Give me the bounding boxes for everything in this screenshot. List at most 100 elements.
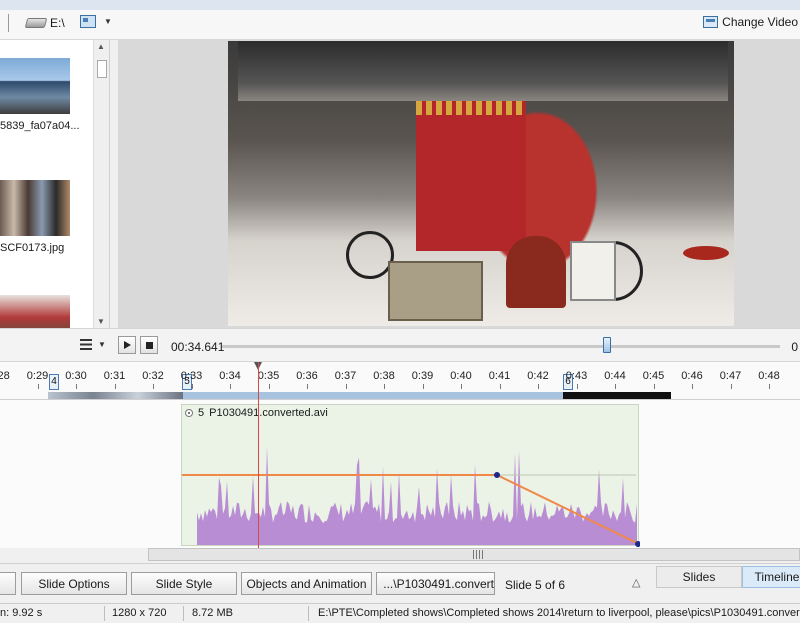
ruler-tick xyxy=(576,384,578,389)
status-resolution: 1280 x 720 xyxy=(112,607,167,619)
timeline-scrollbar[interactable] xyxy=(148,548,800,561)
change-video-label: Change Video xyxy=(722,15,798,29)
scroll-up-icon[interactable]: ▲ xyxy=(97,42,105,51)
ruler-tick-label: 0:47 xyxy=(719,370,742,382)
file-browser: 5839_fa07a04... SCF0173.jpg ▲ ▼ xyxy=(0,40,110,328)
playback-bar: ▼ 00:34.641 0 xyxy=(0,328,800,362)
scrollbar-thumb[interactable] xyxy=(97,60,107,78)
ruler-tick-label: 0:28 xyxy=(0,370,10,382)
file-label: 5839_fa07a04... xyxy=(0,120,80,132)
ruler-tick xyxy=(422,384,424,389)
chevron-down-icon: ▼ xyxy=(98,340,106,349)
bottom-button-bar: Slide Options Slide Style Objects and An… xyxy=(0,563,800,603)
ruler-tick xyxy=(153,384,154,389)
file-item[interactable] xyxy=(0,295,70,328)
scrollbar-grip[interactable] xyxy=(473,550,483,559)
file-thumbnail xyxy=(0,180,70,236)
ruler-tick-label: 0:31 xyxy=(103,370,126,382)
drive-icon xyxy=(24,18,48,28)
ruler-tick xyxy=(114,384,116,389)
chevron-down-icon: ▼ xyxy=(104,17,112,26)
video-icon xyxy=(703,16,719,28)
status-size: 8.72 MB xyxy=(192,607,233,619)
file-item[interactable]: 5839_fa07a04... xyxy=(0,58,80,132)
ruler-tick xyxy=(230,384,231,389)
seek-track[interactable] xyxy=(222,345,780,348)
file-thumbnail xyxy=(0,58,70,114)
file-label: SCF0173.jpg xyxy=(0,242,65,254)
tab-timeline[interactable]: Timeline xyxy=(742,566,800,588)
ruler-tick xyxy=(692,384,693,389)
envelope-line xyxy=(182,474,640,545)
ruler-tick-label: 0:34 xyxy=(219,370,241,382)
slide-6-strip xyxy=(563,392,671,399)
timeline-ruler[interactable]: 4 5 6 0:280:290:300:310:320:330:340:350:… xyxy=(0,362,800,400)
ruler-tick-label: 0:37 xyxy=(334,370,357,382)
objects-animation-button[interactable]: Objects and Animation xyxy=(241,572,372,595)
ruler-tick-label: 0:39 xyxy=(411,370,434,382)
ruler-tick-label: 0:43 xyxy=(565,370,588,382)
status-path: E:\PTE\Completed shows\Completed shows 2… xyxy=(318,607,800,619)
volume-envelope[interactable] xyxy=(182,405,640,547)
file-scrollbar[interactable]: ▲ ▼ xyxy=(93,40,109,328)
slide-5-strip xyxy=(183,392,563,399)
ruler-tick xyxy=(307,384,308,389)
end-time-label: 0 xyxy=(791,340,798,354)
file-item[interactable]: SCF0173.jpg xyxy=(0,180,70,254)
view-mode-button[interactable]: ▼ xyxy=(80,15,112,28)
ruler-tick xyxy=(730,384,732,389)
tab-slides[interactable]: Slides xyxy=(656,566,742,588)
slide-counter: Slide 5 of 6 xyxy=(505,578,566,592)
ruler-tick-label: 0:38 xyxy=(373,370,395,382)
clip-file-label: ...\P1030491.convert xyxy=(383,576,494,591)
ruler-tick-label: 0:35 xyxy=(257,370,280,382)
ruler-tick xyxy=(345,384,347,389)
slide-options-button[interactable]: Slide Options xyxy=(21,572,127,595)
ruler-tick xyxy=(769,384,770,389)
status-duration: n: 9.92 s xyxy=(0,607,43,619)
seek-slider-handle[interactable] xyxy=(603,337,612,353)
status-bar: n: 9.92 s 1280 x 720 8.72 MB E:\PTE\Comp… xyxy=(0,603,800,623)
timeline-area: 5 P1030491.converted.avi xyxy=(0,400,800,548)
ruler-tick-label: 0:40 xyxy=(450,370,472,382)
ruler-tick xyxy=(538,384,539,389)
ruler-tick-label: 0:30 xyxy=(65,370,87,382)
preview-image xyxy=(228,41,734,326)
preview-pane xyxy=(118,40,800,328)
change-video-button[interactable]: Change Video xyxy=(703,15,798,29)
title-strip xyxy=(0,0,800,10)
ruler-tick-label: 0:33 xyxy=(180,370,203,382)
timecode: 00:34.641 xyxy=(171,340,225,354)
prev-button[interactable] xyxy=(0,572,16,595)
playback-menu-button[interactable]: ▼ xyxy=(80,339,106,350)
ruler-tick xyxy=(384,384,385,389)
ruler-tick-label: 0:45 xyxy=(642,370,665,382)
ruler-tick xyxy=(615,384,616,389)
ruler-tick-label: 0:42 xyxy=(527,370,549,382)
drive-selector[interactable]: E:\ xyxy=(24,16,65,30)
toolbar-separator xyxy=(8,14,9,32)
stop-button[interactable] xyxy=(140,336,158,354)
scroll-down-icon[interactable]: ▼ xyxy=(97,317,105,326)
top-toolbar: E:\ ▼ Change Video xyxy=(0,0,800,40)
play-button[interactable] xyxy=(118,336,136,354)
play-icon xyxy=(123,341,131,349)
ruler-tick xyxy=(653,384,655,389)
video-clip[interactable]: 5 P1030491.converted.avi xyxy=(181,404,640,547)
slide-marker[interactable]: 4 xyxy=(49,374,59,390)
ruler-tick xyxy=(499,384,501,389)
ruler-tick xyxy=(76,384,77,389)
ruler-tick-label: 0:32 xyxy=(142,370,164,382)
ruler-tick-label: 0:44 xyxy=(604,370,626,382)
ruler-tick-label: 0:36 xyxy=(296,370,318,382)
clip-file-button[interactable]: ...\P1030491.convert xyxy=(376,572,495,595)
slide-4-strip xyxy=(48,392,183,399)
slide-style-button[interactable]: Slide Style xyxy=(131,572,237,595)
envelope-point[interactable] xyxy=(494,472,500,478)
collapse-icon[interactable]: △ xyxy=(632,576,640,589)
stop-icon xyxy=(145,341,153,349)
ruler-tick-label: 0:46 xyxy=(681,370,703,382)
ruler-tick-label: 0:29 xyxy=(26,370,49,382)
ruler-tick-label: 0:48 xyxy=(758,370,780,382)
menu-icon xyxy=(80,339,92,350)
